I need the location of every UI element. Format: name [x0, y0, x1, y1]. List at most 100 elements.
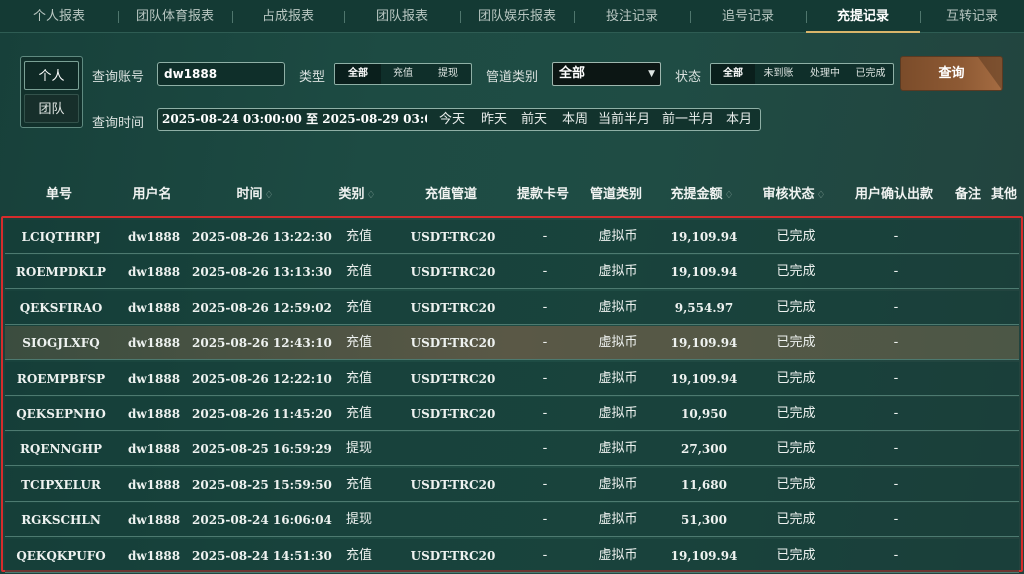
tab-4[interactable]: 团队娱乐报表 — [460, 0, 574, 33]
table-row[interactable]: RQENNGHP dw1888 2025-08-25 16:59:29 提现 - 虚拟币 2… — [5, 432, 1019, 467]
tab-0[interactable]: 个人报表 — [0, 0, 118, 33]
table-cell-col-6: 虚拟币 — [598, 441, 638, 457]
column-header-8[interactable]: 审核状态 ♢ — [750, 176, 838, 214]
column-header-label: 充提金额 — [670, 187, 723, 202]
sort-arrows-icon[interactable]: ♢ — [725, 190, 734, 201]
table-cell-col-0: ROEMPBFSP — [16, 371, 106, 386]
table-row[interactable]: SIOGJLXFQ dw1888 2025-08-26 12:43:10 充值 USDT… — [5, 326, 1019, 361]
quick-range-1[interactable]: 昨天 — [481, 109, 507, 130]
table-cell-col-2: 2025-08-26 12:22:10 — [192, 371, 332, 386]
table-cell-col-9: - — [893, 406, 899, 421]
quick-range-3[interactable]: 本周 — [562, 109, 588, 130]
column-header-1: 用户名 — [114, 176, 190, 214]
quick-range-6[interactable]: 本月 — [726, 109, 752, 130]
tab-separator — [690, 11, 691, 23]
table-row[interactable]: TCIPXELUR dw1888 2025-08-25 15:59:50 充值 USDT… — [5, 467, 1019, 502]
status-option-3[interactable]: 已完成 — [848, 64, 893, 84]
table-cell-col-9: - — [893, 229, 899, 244]
column-header-5: 提款卡号 — [508, 176, 578, 214]
column-header-7[interactable]: 充提金额 ♢ — [654, 176, 750, 214]
column-header-2[interactable]: 时间 ♢ — [190, 176, 320, 214]
type-option-2[interactable]: 提现 — [425, 64, 471, 84]
table-header: 单号 用户名 时间 ♢ 类别 ♢ 充值管道 提款卡号 管道类别 充提金额 ♢ 审核状态 ♢ 用户确认出款备… — [0, 176, 1024, 214]
table-cell-col-9: - — [893, 335, 899, 351]
table-row[interactable]: QEKQKPUFO dw1888 2025-08-24 14:51:30 充值 USDT… — [5, 538, 1019, 573]
table-row[interactable]: ROEMPBFSP dw1888 2025-08-26 12:22:10 充值 USDT… — [5, 361, 1019, 396]
table-cell-col-2: 2025-08-25 15:59:50 — [192, 477, 332, 492]
table-cell-col-0: QEKSFIRAO — [19, 300, 103, 315]
tab-3[interactable]: 团队报表 — [344, 0, 460, 33]
table-cell-col-9: - — [893, 299, 899, 315]
sort-arrows-icon[interactable]: ♢ — [367, 190, 376, 201]
tab-7[interactable]: 充提记录 — [806, 0, 920, 33]
column-header-label: 时间 — [236, 187, 263, 202]
tab-2[interactable]: 占成报表 — [232, 0, 344, 33]
type-option-1[interactable]: 充值 — [381, 64, 425, 84]
tab-8[interactable]: 互转记录 — [920, 0, 1024, 33]
tab-5[interactable]: 投注记录 — [574, 0, 690, 33]
channel-select[interactable]: 全部 ▼ — [552, 62, 661, 86]
quick-range-5[interactable]: 前一半月 — [662, 109, 714, 130]
table-cell-col-4: USDT-TRC20 — [410, 265, 496, 280]
table-cell-col-7: 9,554.97 — [674, 300, 734, 315]
table-cell-col-6: 虚拟币 — [598, 512, 638, 528]
table-cell-col-7: 11,680 — [681, 477, 727, 492]
tab-separator — [806, 11, 807, 23]
table-cell-col-3: 充值 — [345, 299, 372, 315]
type-option-0[interactable]: 全部 — [335, 64, 381, 84]
column-header-4: 充值管道 — [394, 176, 508, 214]
account-input[interactable]: dw1888 — [157, 62, 285, 86]
tab-separator — [574, 11, 575, 23]
table-cell-col-5: - — [542, 335, 548, 351]
query-button[interactable]: 查询 — [901, 57, 1002, 90]
tab-separator — [344, 11, 345, 23]
table-cell-col-9: - — [893, 264, 899, 280]
table-cell-col-3: 充值 — [345, 406, 372, 421]
table-cell-col-5: - — [542, 512, 548, 528]
table-row[interactable]: RGKSCHLN dw1888 2025-08-24 16:06:04 提现 - 虚拟币 5… — [5, 503, 1019, 538]
status-option-0[interactable]: 全部 — [711, 64, 755, 84]
table-cell-col-3: 充值 — [345, 229, 372, 244]
table-row[interactable]: ROEMPDKLP dw1888 2025-08-26 13:13:30 充值 USDT… — [5, 255, 1019, 290]
table-cell-col-7: 10,950 — [681, 407, 727, 421]
time-range-input[interactable]: 2025-08-24 03:00:00 至 2025-08-29 03:00:0 — [162, 109, 427, 130]
table-cell-col-3: 充值 — [345, 264, 372, 280]
table-row[interactable]: QEKSFIRAO dw1888 2025-08-26 12:59:02 充值 USDT… — [5, 290, 1019, 325]
table-cell-col-2: 2025-08-24 16:06:04 — [192, 513, 332, 528]
table-row[interactable]: LCIQTHRPJ dw1888 2025-08-26 13:22:30 充值 USDT… — [5, 220, 1019, 254]
table-cell-col-5: - — [542, 406, 548, 421]
table-cell-col-8: 已完成 — [776, 264, 816, 280]
quick-range-0[interactable]: 今天 — [439, 109, 465, 130]
status-option-1[interactable]: 未到账 — [755, 64, 802, 84]
table-cell-col-1: dw1888 — [127, 477, 181, 492]
status-option-2[interactable]: 处理中 — [802, 64, 848, 84]
table-cell-col-7: 27,300 — [681, 442, 727, 457]
quick-range-4[interactable]: 当前半月 — [598, 109, 650, 130]
tab-1[interactable]: 团队体育报表 — [118, 0, 232, 33]
sort-arrows-icon[interactable]: ♢ — [265, 190, 274, 201]
table-cell-col-7: 19,109.94 — [670, 336, 738, 351]
scope-personal-button[interactable]: 个人 — [24, 61, 79, 90]
table-cell-col-4: USDT-TRC20 — [410, 371, 496, 386]
table-cell-col-2: 2025-08-25 16:59:29 — [192, 442, 332, 457]
table-cell-col-3: 充值 — [345, 370, 372, 386]
tab-6[interactable]: 追号记录 — [690, 0, 806, 33]
time-range-picker: 2025-08-24 03:00:00 至 2025-08-29 03:00:0… — [157, 108, 761, 131]
column-header-6: 管道类别 — [578, 176, 654, 214]
sort-arrows-icon[interactable]: ♢ — [817, 190, 826, 201]
quick-range-2[interactable]: 前天 — [521, 109, 547, 130]
table-row[interactable]: QEKSEPNHO dw1888 2025-08-26 11:45:20 充值 USDT… — [5, 397, 1019, 431]
column-header-label: 用户确认出款 — [854, 187, 933, 202]
column-header-label: 充值管道 — [424, 187, 477, 202]
table-cell-col-0: TCIPXELUR — [21, 477, 101, 492]
account-label: 查询账号 — [92, 70, 145, 85]
report-tabs: 个人报表 团队体育报表 占成报表 团队报表 团队娱乐报表 投注记录 追号记录 充提记录 互转记录 — [0, 0, 1024, 33]
table-cell-col-0: QEKQKPUFO — [16, 548, 106, 563]
scope-team-button[interactable]: 团队 — [24, 94, 79, 123]
table-cell-col-9: - — [893, 441, 899, 457]
table-cell-col-5: - — [542, 229, 548, 244]
table-cell-col-1: dw1888 — [127, 407, 181, 421]
table-cell-col-4: USDT-TRC20 — [410, 477, 496, 492]
column-header-3[interactable]: 类别 ♢ — [320, 176, 394, 214]
tab-separator — [232, 11, 233, 23]
